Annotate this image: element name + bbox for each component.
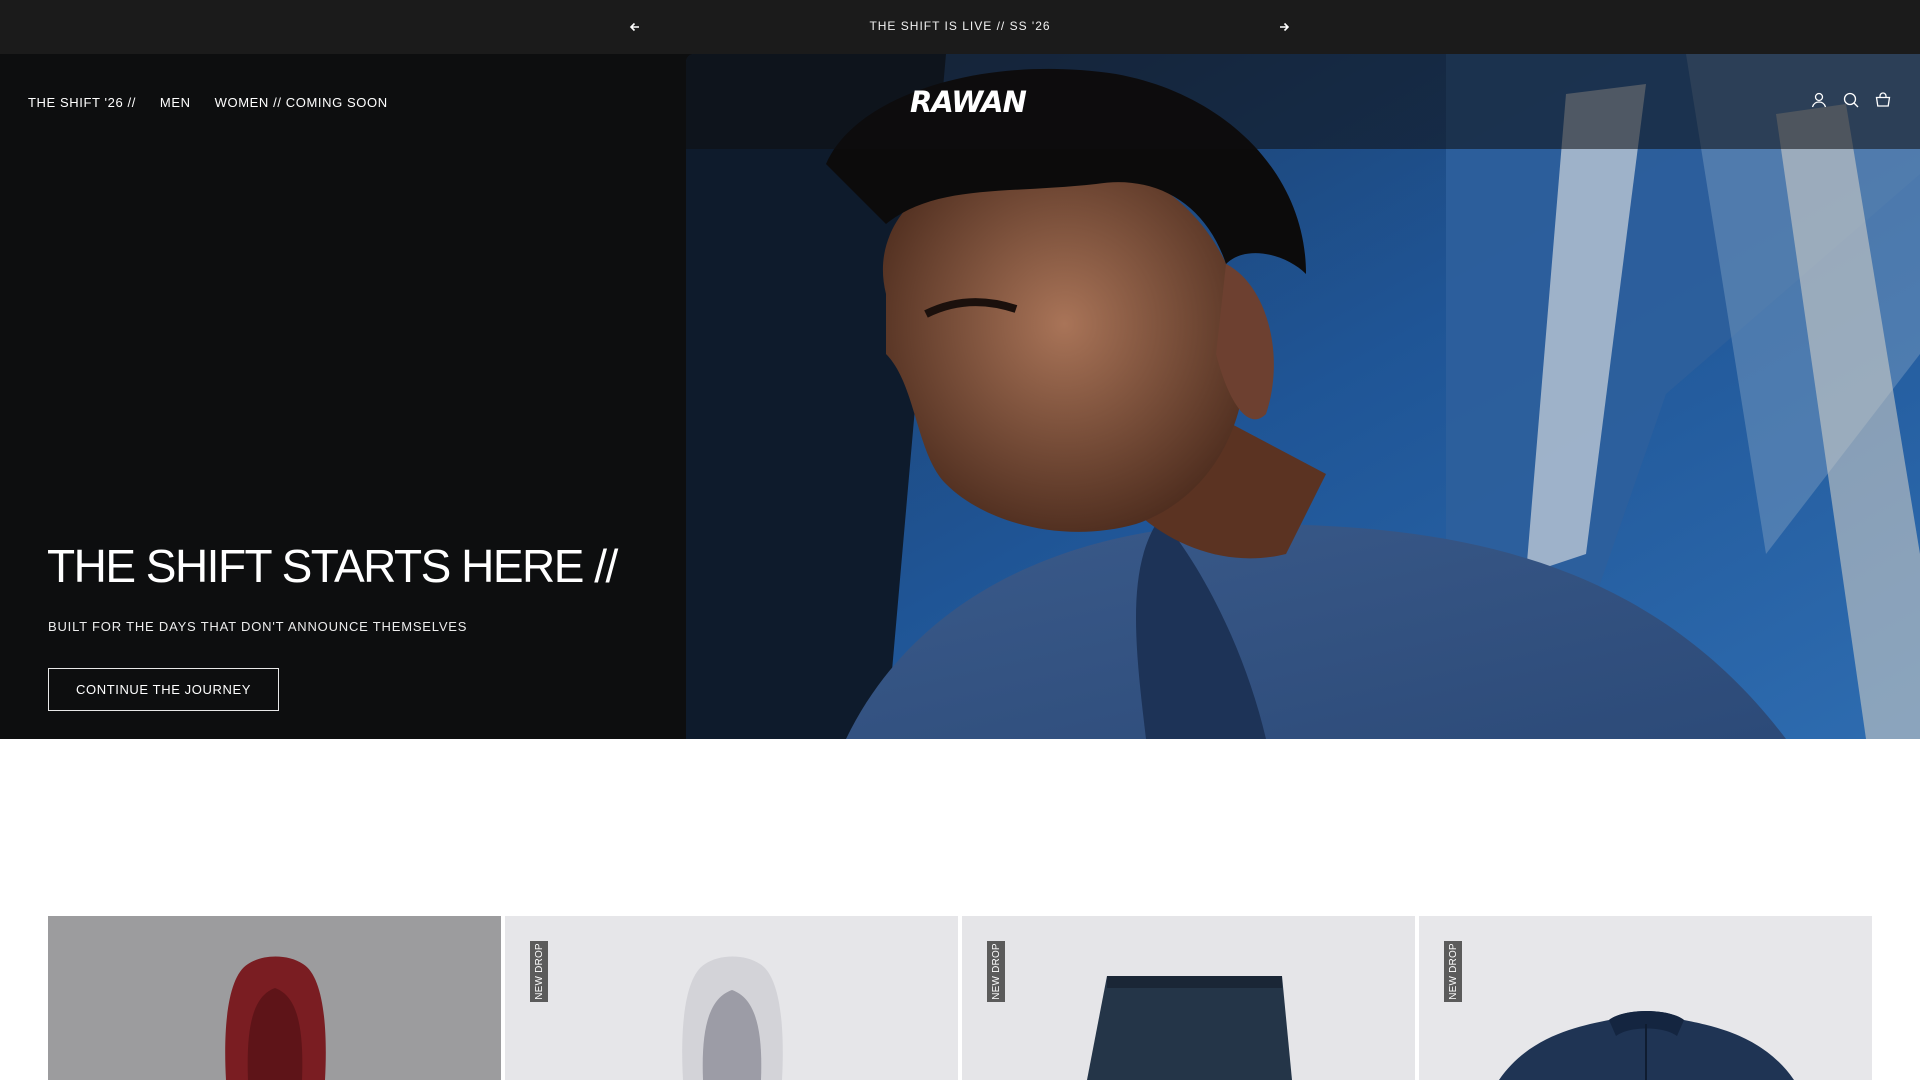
navy-quarter-zip-image bbox=[1419, 916, 1872, 1080]
main-nav: THE SHIFT '26 // MEN WOMEN // COMING SOO… bbox=[28, 95, 388, 110]
cart-icon[interactable] bbox=[1874, 91, 1892, 109]
nav-item-women[interactable]: WOMEN // COMING SOON bbox=[215, 95, 388, 110]
nav-item-men[interactable]: MEN bbox=[160, 95, 191, 110]
hero-title: THE SHIFT STARTS HERE // bbox=[47, 540, 618, 592]
account-icon[interactable] bbox=[1810, 91, 1828, 109]
brand-logo[interactable]: RAWAN bbox=[910, 84, 1027, 120]
product-card[interactable]: NEW DROP bbox=[1419, 916, 1872, 1080]
new-drop-badge: NEW DROP bbox=[1444, 941, 1462, 1002]
nav-item-the-shift[interactable]: THE SHIFT '26 // bbox=[28, 95, 136, 110]
product-card[interactable]: NEW DROP bbox=[505, 916, 958, 1080]
arrow-right-icon[interactable] bbox=[1274, 17, 1294, 37]
search-icon[interactable] bbox=[1842, 91, 1860, 109]
new-drop-badge: NEW DROP bbox=[987, 941, 1005, 1002]
announcement-message: THE SHIFT IS LIVE // SS '26 bbox=[869, 19, 1051, 33]
grey-hoodie-image bbox=[505, 916, 958, 1080]
navy-shorts-image bbox=[962, 916, 1415, 1080]
product-card[interactable]: NEW DROP bbox=[962, 916, 1415, 1080]
hero-section: THE SHIFT STARTS HERE // BUILT FOR THE D… bbox=[0, 54, 1920, 739]
hero-subtitle: BUILT FOR THE DAYS THAT DON'T ANNOUNCE T… bbox=[48, 619, 468, 634]
continue-journey-button[interactable]: CONTINUE THE JOURNEY bbox=[48, 668, 279, 711]
hero-image bbox=[686, 54, 1920, 739]
product-card[interactable] bbox=[48, 916, 501, 1080]
site-header: THE SHIFT '26 // MEN WOMEN // COMING SOO… bbox=[0, 54, 1920, 149]
header-actions bbox=[1810, 91, 1892, 109]
announcement-bar: THE SHIFT IS LIVE // SS '26 bbox=[0, 0, 1920, 54]
product-grid: NEW DROP NEW DROP NEW DROP bbox=[48, 916, 1872, 1080]
maroon-hoodie-image bbox=[48, 916, 501, 1080]
new-drop-badge: NEW DROP bbox=[530, 941, 548, 1002]
